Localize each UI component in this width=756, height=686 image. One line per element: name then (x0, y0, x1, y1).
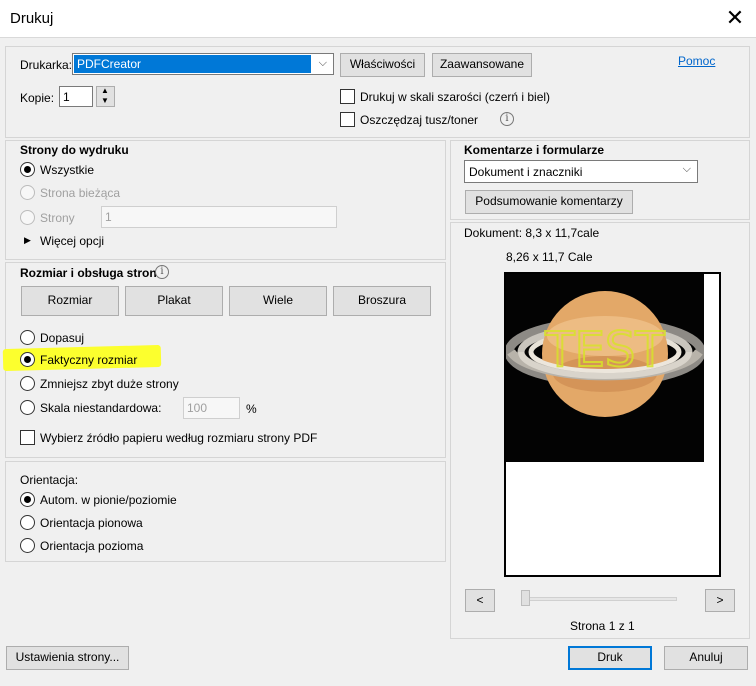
landscape-label: Orientacja pozioma (40, 539, 144, 553)
all-pages-radio[interactable] (20, 162, 35, 177)
triangle-right-icon[interactable]: ▶ (24, 235, 31, 246)
copies-input[interactable]: 1 (59, 86, 93, 107)
portrait-radio[interactable] (20, 515, 35, 530)
copies-label: Kopie: (20, 91, 55, 105)
print-button[interactable]: Druk (568, 646, 652, 670)
portrait-label: Orientacja pionowa (40, 516, 143, 530)
advanced-button[interactable]: Zaawansowane (432, 53, 532, 77)
fit-radio[interactable] (20, 330, 35, 345)
close-icon[interactable]: ✕ (718, 2, 752, 34)
pages-range-input[interactable]: 1 (101, 206, 337, 228)
document-size-label: Dokument: 8,3 x 11,7cale (464, 226, 600, 240)
printer-label: Drukarka: (20, 58, 73, 72)
more-options-link[interactable]: Więcej opcji (40, 234, 104, 248)
page-slider-thumb[interactable] (521, 590, 530, 606)
page-indicator: Strona 1 z 1 (570, 619, 635, 633)
current-page-label: Strona bieżąca (40, 186, 121, 200)
comments-heading: Komentarze i formularze (464, 143, 605, 157)
help-link[interactable]: Pomoc (678, 54, 715, 68)
prev-page-button[interactable]: < (465, 589, 495, 612)
fit-label: Dopasuj (40, 331, 85, 345)
page-slider-track[interactable] (525, 597, 677, 601)
comments-selected-value: Dokument i znaczniki (469, 165, 583, 179)
page-setup-button[interactable]: Ustawienia strony... (6, 646, 129, 670)
arrow-up-icon[interactable]: ▲ (101, 86, 109, 95)
printer-selected-value: PDFCreator (77, 57, 142, 71)
actual-size-radio[interactable] (20, 352, 35, 367)
pages-heading: Strony do wydruku (20, 143, 129, 157)
page-sizing-heading: Rozmiar i obsługa stron (20, 266, 157, 280)
grayscale-label: Drukuj w skali szarości (czerń i biel) (360, 90, 551, 104)
page-preview: TEST (504, 272, 721, 577)
cancel-button[interactable]: Anuluj (664, 646, 748, 670)
arrow-down-icon[interactable]: ▼ (101, 96, 109, 105)
summarize-comments-button[interactable]: Podsumowanie komentarzy (465, 190, 633, 214)
printer-select[interactable]: PDFCreator ⌵ (72, 53, 334, 75)
watermark-text: TEST (544, 322, 665, 378)
copies-stepper[interactable]: ▲ ▼ (96, 86, 115, 107)
percent-label: % (246, 402, 257, 416)
paper-source-checkbox[interactable] (20, 430, 35, 445)
comments-select[interactable]: Dokument i znaczniki ⌵ (464, 160, 698, 183)
preview-image: TEST (506, 274, 704, 462)
orientation-heading: Orientacja: (20, 473, 79, 487)
chevron-down-icon: ⌵ (318, 57, 327, 69)
chevron-down-icon: ⌵ (682, 163, 691, 175)
landscape-radio[interactable] (20, 538, 35, 553)
title-bar: Drukuj ✕ (0, 0, 756, 38)
properties-button[interactable]: Właściwości (340, 53, 425, 77)
shrink-label: Zmniejsz zbyt duże strony (40, 377, 179, 391)
shrink-radio[interactable] (20, 376, 35, 391)
custom-scale-radio[interactable] (20, 400, 35, 415)
pages-radio[interactable] (20, 210, 35, 225)
grayscale-checkbox[interactable] (340, 89, 355, 104)
auto-orientation-radio[interactable] (20, 492, 35, 507)
save-ink-label: Oszczędzaj tusz/toner (360, 113, 479, 127)
actual-size-label: Faktyczny rozmiar (40, 353, 138, 367)
all-pages-label: Wszystkie (40, 163, 94, 177)
pages-label: Strony (40, 211, 75, 225)
save-ink-checkbox[interactable] (340, 112, 355, 127)
tab-multiple[interactable]: Wiele (229, 286, 327, 316)
tab-poster[interactable]: Plakat (125, 286, 223, 316)
custom-scale-input[interactable]: 100 (183, 397, 240, 419)
auto-orientation-label: Autom. w pionie/poziomie (40, 493, 177, 507)
current-page-radio[interactable] (20, 185, 35, 200)
next-page-button[interactable]: > (705, 589, 735, 612)
window-title: Drukuj (10, 10, 54, 27)
custom-scale-label: Skala niestandardowa: (40, 401, 162, 415)
paper-size-label: 8,26 x 11,7 Cale (506, 250, 593, 264)
paper-source-label: Wybierz źródło papieru według rozmiaru s… (40, 431, 318, 445)
tab-size[interactable]: Rozmiar (21, 286, 119, 316)
info-icon[interactable]: i (500, 112, 514, 126)
info-icon[interactable]: i (155, 265, 169, 279)
tab-booklet[interactable]: Broszura (333, 286, 431, 316)
